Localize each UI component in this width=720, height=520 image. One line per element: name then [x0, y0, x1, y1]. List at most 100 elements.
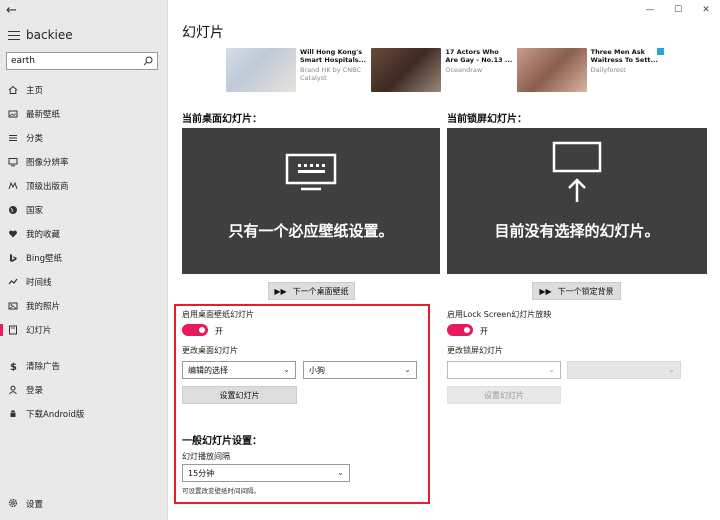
- button-label: 下一个桌面壁纸: [292, 286, 349, 296]
- select-value: 编辑的选择: [188, 365, 228, 375]
- chevron-down-icon: ⌄: [337, 468, 344, 477]
- sidebar-item-categories[interactable]: 分类: [0, 126, 168, 150]
- photo-icon: [8, 301, 18, 311]
- monitor-icon: [8, 157, 18, 167]
- app-name: backiee: [26, 28, 73, 42]
- search-input[interactable]: [7, 56, 139, 66]
- sidebar-item-remove-ads[interactable]: $ 清除广告: [0, 354, 168, 378]
- ad-source: Brand HK by CNBC: [300, 66, 361, 74]
- ad-headline: Smart Hospitals...: [300, 56, 367, 64]
- sidebar-item-favorites[interactable]: 我的收藏: [0, 222, 168, 246]
- desktop-preview-message: 只有一个必应壁纸设置。: [228, 222, 394, 240]
- bing-icon: [8, 253, 18, 263]
- ad-banner: Will Hong Kong's Smart Hospitals... Bran…: [226, 48, 664, 104]
- list-icon: [8, 133, 18, 143]
- select-value: 小狗: [309, 365, 325, 375]
- chevron-down-icon: ⌄: [548, 365, 555, 374]
- sidebar-item-photos[interactable]: 我的照片: [0, 294, 168, 318]
- ad-headline: Waitress To Sett...: [590, 56, 658, 64]
- sidebar-item-label: 清除广告: [26, 362, 61, 372]
- desktop-category-select[interactable]: 小狗 ⌄: [303, 361, 417, 379]
- lockscreen-slideshow-toggle[interactable]: [447, 324, 473, 336]
- ad-headline: 17 Actors Who: [445, 48, 499, 56]
- sidebar-item-label: 最新壁纸: [26, 110, 61, 120]
- set-desktop-slideshow-button[interactable]: 设置幻灯片: [182, 386, 297, 404]
- sidebar-item-label: 我的收藏: [26, 230, 61, 240]
- chevron-down-icon: ⌄: [668, 365, 675, 374]
- sidebar-item-label: 我的照片: [26, 302, 61, 312]
- sidebar-item-label: 设置: [26, 500, 44, 510]
- sidebar-item-label: 分类: [26, 134, 44, 144]
- chevron-down-icon: ⌄: [283, 365, 290, 374]
- change-desktop-slideshow-label: 更改桌面幻灯片: [182, 346, 238, 355]
- desktop-slideshow-title: 当前桌面幻灯片：: [182, 114, 262, 125]
- ad-source: Oceandraw: [445, 66, 483, 74]
- ad-choices-icon[interactable]: [657, 48, 664, 55]
- monitor-upload-icon: [552, 141, 602, 202]
- heart-icon: [8, 229, 18, 239]
- sidebar-item-bing[interactable]: Bing壁纸: [0, 246, 168, 270]
- sidebar-item-countries[interactable]: 国家: [0, 198, 168, 222]
- next-desktop-wallpaper-button[interactable]: ▶▶ 下一个桌面壁纸: [268, 282, 355, 300]
- sidebar-item-publishers[interactable]: 顶级出版商: [0, 174, 168, 198]
- lockscreen-category-select[interactable]: ⌄: [567, 361, 681, 379]
- lockscreen-collection-select[interactable]: ⌄: [447, 361, 561, 379]
- vendor-icon: [8, 181, 18, 191]
- search-box: [6, 52, 158, 70]
- enable-desktop-slideshow-label: 启用桌面壁纸幻灯片: [182, 310, 254, 319]
- sidebar-item-login[interactable]: 登录: [0, 378, 168, 402]
- next-lockscreen-background-button[interactable]: ▶▶ 下一个锁定背景: [532, 282, 621, 300]
- ad-headline: Three Men Ask: [590, 48, 645, 56]
- ad-item[interactable]: Will Hong Kong's Smart Hospitals... Bran…: [226, 48, 371, 104]
- ad-headline: Will Hong Kong's: [300, 48, 363, 56]
- user-icon: [8, 385, 18, 395]
- sidebar-item-label: 幻灯片: [26, 326, 52, 336]
- sidebar-item-slideshow[interactable]: 幻灯片: [0, 318, 168, 342]
- sidebar-item-label: 登录: [26, 386, 44, 396]
- close-button[interactable]: ✕: [692, 2, 720, 18]
- app-brand: backiee: [8, 28, 73, 42]
- slideshow-icon: [8, 325, 18, 335]
- enable-lockscreen-slideshow-label: 启用Lock Screen幻灯片放映: [447, 310, 552, 319]
- desktop-slideshow-preview: 只有一个必应壁纸设置。: [182, 128, 440, 274]
- sidebar-item-label: 主页: [26, 86, 44, 96]
- hamburger-menu-icon[interactable]: [8, 30, 20, 40]
- sidebar-item-timeline[interactable]: 时间线: [0, 270, 168, 294]
- ad-source: Dailyforest: [590, 66, 626, 74]
- sidebar-item-latest[interactable]: 最新壁纸: [0, 102, 168, 126]
- ad-headline: Are Gay - No.13 ...: [445, 56, 513, 64]
- select-value: 15分钟: [188, 468, 215, 478]
- ad-item[interactable]: Three Men Ask Waitress To Sett... Dailyf…: [516, 48, 662, 104]
- lockscreen-slideshow-title: 当前锁屏幻灯片：: [447, 114, 527, 125]
- sidebar-item-settings[interactable]: 设置: [0, 494, 43, 514]
- sidebar-bottom-nav: $ 清除广告 登录 下载Android版: [0, 354, 168, 426]
- sidebar-item-android[interactable]: 下载Android版: [0, 402, 168, 426]
- desktop-collection-select[interactable]: 编辑的选择 ⌄: [182, 361, 296, 379]
- back-button[interactable]: ←: [6, 4, 20, 18]
- general-settings-title: 一般幻灯片设置：: [182, 436, 262, 447]
- sidebar: ← backiee 主页 最新壁纸 分类 图像分辨率 顶级出版商: [0, 0, 168, 520]
- ad-thumbnail: [226, 48, 296, 92]
- search-icon[interactable]: [139, 53, 157, 69]
- ad-item[interactable]: 17 Actors Who Are Gay - No.13 ... Oceand…: [371, 48, 516, 104]
- lockscreen-preview-message: 目前没有选择的幻灯片。: [494, 222, 660, 240]
- timeline-icon: [8, 277, 18, 287]
- sidebar-item-label: 国家: [26, 206, 44, 216]
- keyboard-monitor-icon: [285, 153, 337, 191]
- sidebar-nav: 主页 最新壁纸 分类 图像分辨率 顶级出版商 国家 我的收藏 Bing壁纸 时间…: [0, 78, 168, 342]
- home-icon: [8, 85, 18, 95]
- sidebar-item-label: 图像分辨率: [26, 158, 69, 168]
- interval-hint: 可设置改变壁纸时间间隔。: [182, 487, 260, 495]
- sidebar-item-home[interactable]: 主页: [0, 78, 168, 102]
- svg-text:$: $: [10, 362, 17, 371]
- desktop-slideshow-toggle[interactable]: [182, 324, 208, 336]
- sidebar-item-resolution[interactable]: 图像分辨率: [0, 150, 168, 174]
- dollar-icon: $: [8, 361, 18, 371]
- minimize-button[interactable]: —: [636, 2, 664, 18]
- interval-select[interactable]: 15分钟 ⌄: [182, 464, 350, 482]
- globe-icon: [8, 205, 18, 215]
- maximize-button[interactable]: ☐: [664, 2, 692, 18]
- sidebar-item-label: 下载Android版: [26, 410, 85, 420]
- page-title: 幻灯片: [182, 25, 224, 41]
- set-lockscreen-slideshow-button[interactable]: 设置幻灯片: [447, 386, 561, 404]
